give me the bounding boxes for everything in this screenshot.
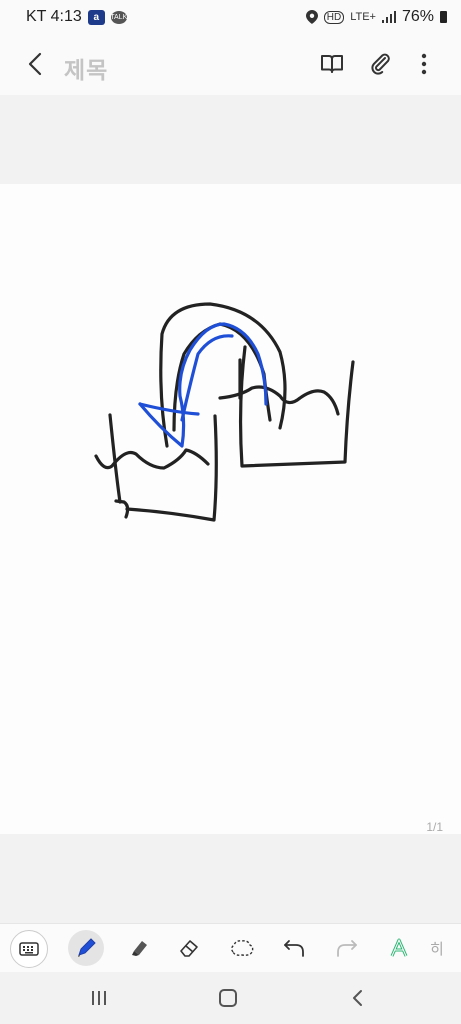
status-bar: KT 4:13 a TALK HD LTE+ 76%: [0, 0, 461, 34]
partial-tool-label: 히: [430, 940, 444, 958]
back-icon: [353, 990, 362, 1006]
redo-icon: [337, 940, 357, 957]
reading-mode-button[interactable]: [316, 48, 348, 80]
pen-toolbar: 히: [0, 923, 461, 973]
home-icon: [219, 989, 237, 1007]
keyboard-button[interactable]: [10, 930, 48, 968]
paperclip-icon: [371, 53, 390, 75]
note-title[interactable]: 제목: [64, 51, 108, 85]
redo-button[interactable]: [329, 930, 365, 966]
square-app-icon: a: [87, 9, 105, 25]
undo-icon: [284, 940, 304, 957]
recent-apps-button[interactable]: [81, 984, 117, 1012]
drawing-canvas[interactable]: 1/1: [0, 184, 461, 834]
back-arrow-icon: [28, 52, 42, 76]
eraser-tool-button[interactable]: [171, 930, 207, 966]
book-icon: [321, 55, 343, 73]
carrier-time: KT 4:13: [26, 8, 82, 25]
undo-button[interactable]: [276, 930, 312, 966]
pen-icon: [78, 938, 96, 957]
home-button[interactable]: [210, 984, 246, 1012]
keyboard-icon: [19, 942, 39, 956]
page-indicator: 1/1: [426, 820, 443, 834]
signal-icon: [381, 11, 396, 23]
battery-percent: 76%: [401, 8, 434, 25]
nav-back-button[interactable]: [339, 984, 375, 1012]
handwriting-strokes: [94, 302, 355, 522]
more-tools-button[interactable]: 히: [430, 930, 461, 966]
lte-icon: LTE+: [350, 11, 376, 23]
back-button[interactable]: [18, 46, 52, 82]
status-left: KT 4:13 a TALK: [26, 8, 127, 26]
lasso-icon: [231, 940, 254, 956]
pen-tool-button[interactable]: [68, 930, 104, 966]
hd-icon: HD: [323, 10, 345, 24]
battery-icon: [440, 11, 447, 23]
highlighter-tool-button[interactable]: [121, 930, 157, 966]
highlighter-icon: [132, 941, 147, 956]
status-right: HD LTE+ 76%: [305, 8, 447, 26]
text-style-icon: [390, 938, 408, 957]
page-top-margin: [0, 95, 461, 184]
lasso-tool-button[interactable]: [224, 930, 260, 966]
kakaotalk-icon: TALK: [110, 10, 127, 24]
black-stroke: [218, 385, 340, 416]
attach-button[interactable]: [365, 48, 397, 80]
black-stroke: [125, 414, 218, 522]
eraser-icon: [180, 940, 198, 957]
app-bar: 제목: [0, 34, 461, 95]
location-icon: [305, 10, 318, 24]
page-bottom-margin: [0, 834, 461, 923]
navigation-bar: [0, 972, 461, 1024]
text-style-button[interactable]: [381, 930, 417, 966]
recent-apps-icon: [92, 991, 106, 1005]
more-options-button[interactable]: [408, 48, 440, 80]
more-vertical-icon: [421, 53, 427, 75]
